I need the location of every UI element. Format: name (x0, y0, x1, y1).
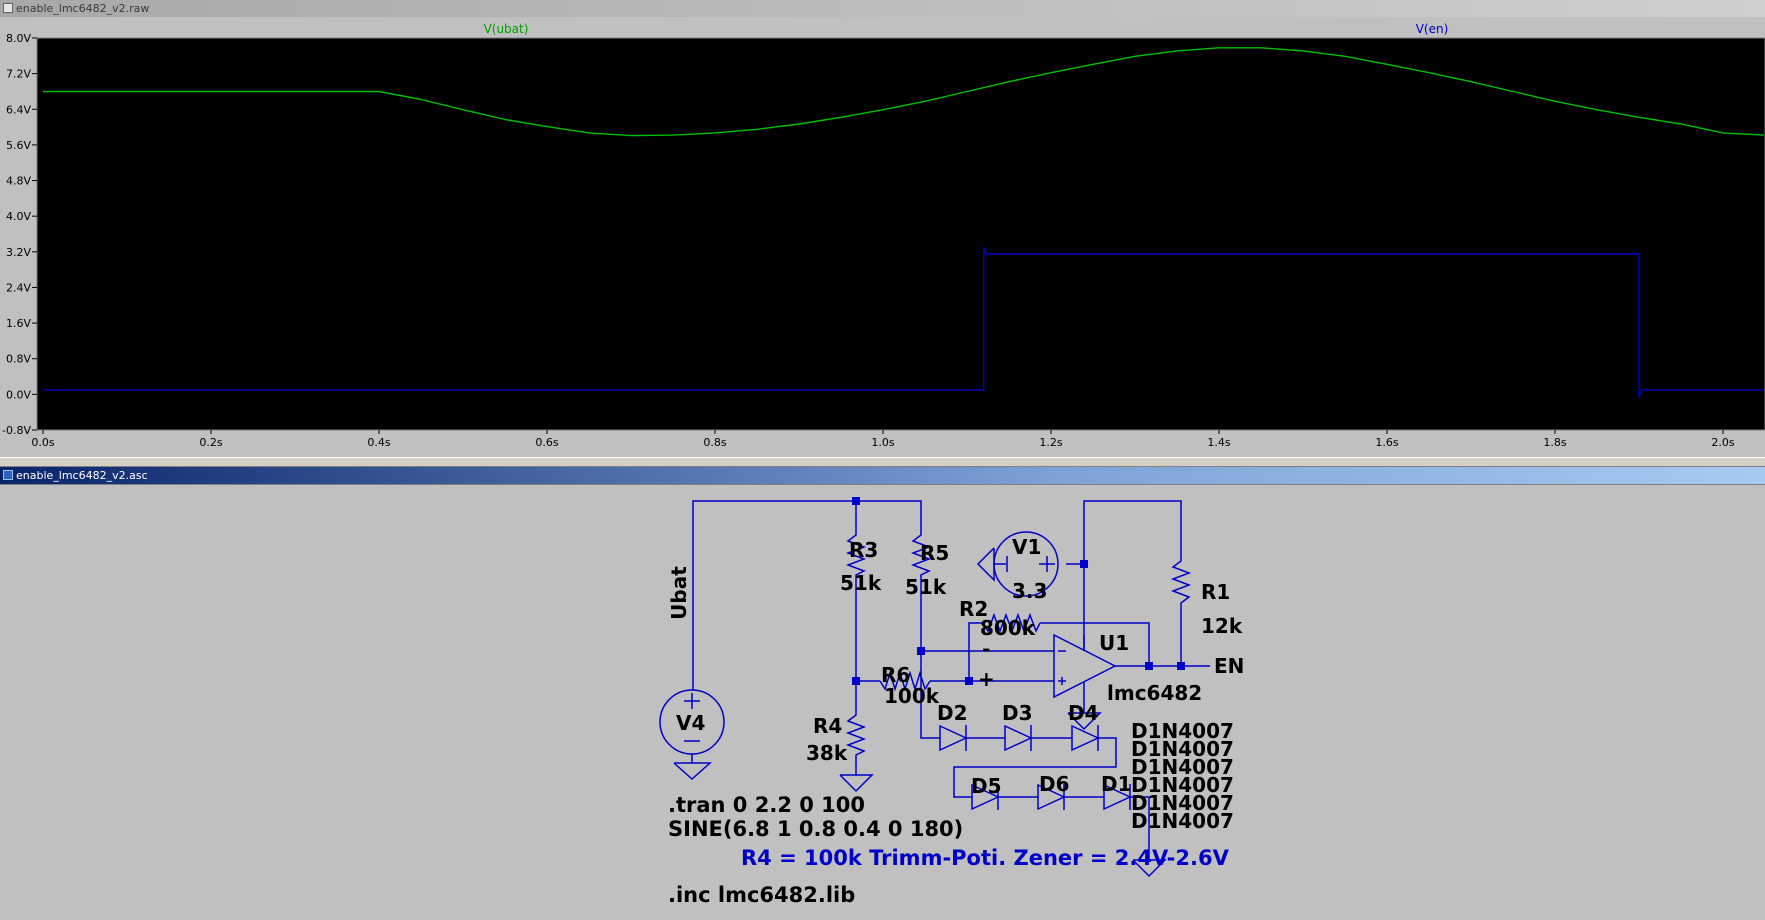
label-r6-value: 100k (884, 684, 940, 708)
label-v1-ref: V1 (1012, 535, 1041, 559)
x-tick-label: 0.4s (367, 436, 390, 449)
y-tick-label: 8.0V (6, 32, 31, 45)
y-tick-label: 3.2V (6, 246, 31, 259)
y-tick-label: 1.6V (6, 317, 31, 330)
schematic-canvas[interactable]: Ubat EN R3 51k R5 51k R2 800k R1 12k R6 … (0, 485, 1765, 916)
waveform-window-titlebar[interactable]: enable_lmc6482_v2.raw (0, 0, 1765, 17)
label-v4-ref: V4 (676, 711, 705, 735)
y-tick-label: 0.0V (6, 388, 31, 401)
x-axis: 0.0s 0.2s 0.4s 0.6s 0.8s 1.0s 1.2s 1.4s 1.6s 1.8s… (31, 430, 1735, 449)
x-tick-label: 0.6s (535, 436, 558, 449)
label-u1-ref: U1 (1099, 631, 1129, 655)
wire-r2-right[interactable] (1040, 622, 1150, 666)
y-tick-label: 7.2V (6, 68, 31, 81)
label-d1-ref: D1 (1101, 772, 1132, 796)
trace-label-en[interactable]: V(en) (1416, 22, 1449, 36)
junction-dot (1177, 662, 1185, 670)
diode-d3-symbol[interactable] (1004, 724, 1033, 752)
directive-include[interactable]: .inc lmc6482.lib (668, 883, 855, 907)
label-v1-value: 3.3 (1012, 579, 1047, 603)
y-tick-label: 4.0V (6, 210, 31, 223)
y-tick-label: 6.4V (6, 103, 31, 116)
ground-symbol-r4 (839, 774, 874, 793)
label-d2-ref: D2 (937, 701, 968, 725)
label-d6-ref: D6 (1039, 772, 1070, 796)
y-tick-label: 4.8V (6, 175, 31, 188)
y-axis: 8.0V 7.2V 6.4V 5.6V 4.8V 4.0V 3.2V 2.4V 1.6V 0.8V… (2, 32, 37, 437)
wire-v1-opamp[interactable] (1066, 563, 1085, 651)
opamp-pin-plus-label: + (978, 667, 995, 691)
pane-splitter[interactable] (0, 457, 1765, 467)
label-r1-value: 12k (1201, 614, 1243, 638)
x-tick-label: 1.2s (1039, 436, 1062, 449)
junction-dot (1145, 662, 1153, 670)
directive-sine[interactable]: SINE(6.8 1 0.8 0.4 0 180) (668, 817, 963, 841)
waveform-window-title: enable_lmc6482_v2.raw (16, 2, 150, 15)
schematic-window-titlebar[interactable]: enable_lmc6482_v2.asc (0, 467, 1765, 484)
ground-symbol-v4 (673, 762, 712, 781)
x-tick-label: 1.4s (1207, 436, 1230, 449)
ground-symbol-v1 (976, 547, 995, 582)
junction-dot (965, 677, 973, 685)
comment-trimm-poti[interactable]: R4 = 100k Trimm-Poti. Zener = 2.4V-2.6V (741, 846, 1230, 870)
label-r4-ref: R4 (813, 714, 842, 738)
net-label-ubat[interactable]: Ubat (667, 566, 691, 620)
diode-d2-symbol[interactable] (939, 724, 968, 752)
junction-dot (852, 677, 860, 685)
resistor-r1-symbol[interactable] (1170, 555, 1192, 615)
opamp-pin-minus-label: - (982, 637, 990, 661)
x-tick-label: 1.0s (871, 436, 894, 449)
x-tick-label: 2.0s (1711, 436, 1734, 449)
label-u1-value: lmc6482 (1107, 681, 1202, 705)
plot-area[interactable] (36, 37, 1765, 431)
junction-dot (917, 647, 925, 655)
label-r5-value: 51k (905, 575, 947, 599)
label-r3-ref: R3 (849, 538, 878, 562)
schematic-window-icon (3, 470, 13, 480)
label-r3-value: 51k (840, 571, 882, 595)
x-tick-label: 0.0s (31, 436, 54, 449)
y-tick-label: 0.8V (6, 353, 31, 366)
y-tick-label: 5.6V (6, 139, 31, 152)
y-tick-label: -0.8V (2, 424, 31, 437)
x-tick-label: 1.8s (1543, 436, 1566, 449)
label-d5-ref: D5 (971, 774, 1002, 798)
x-tick-label: 0.8s (703, 436, 726, 449)
x-tick-label: 1.6s (1375, 436, 1398, 449)
diode-model-line: D1N4007 (1131, 809, 1234, 833)
junction-dot (1080, 560, 1088, 568)
wire-v1-top[interactable] (1083, 500, 1182, 564)
label-d3-ref: D3 (1002, 701, 1033, 725)
label-d4-ref: D4 (1068, 701, 1099, 725)
label-r4-value: 38k (806, 741, 848, 765)
junction-dot (852, 497, 860, 505)
label-r1-ref: R1 (1201, 580, 1230, 604)
schematic-window-title: enable_lmc6482_v2.asc (16, 469, 148, 482)
directive-tran[interactable]: .tran 0 2.2 0 100 (668, 793, 865, 817)
y-tick-label: 2.4V (6, 281, 31, 294)
waveform-pane: 8.0V 7.2V 6.4V 5.6V 4.8V 4.0V 3.2V 2.4V 1.6V 0.8V… (0, 17, 1765, 457)
resistor-r4-symbol[interactable] (845, 710, 867, 760)
wire-ubat[interactable] (692, 500, 922, 690)
waveform-window-icon (3, 3, 13, 13)
waveform-plot[interactable]: 8.0V 7.2V 6.4V 5.6V 4.8V 4.0V 3.2V 2.4V 1.6V 0.8V… (0, 17, 1765, 457)
label-r5-ref: R5 (920, 541, 949, 565)
x-tick-label: 0.2s (199, 436, 222, 449)
trace-label-ubat[interactable]: V(ubat) (484, 22, 529, 36)
net-label-en[interactable]: EN (1214, 654, 1244, 678)
schematic-pane[interactable]: Ubat EN R3 51k R5 51k R2 800k R1 12k R6 … (0, 484, 1765, 916)
